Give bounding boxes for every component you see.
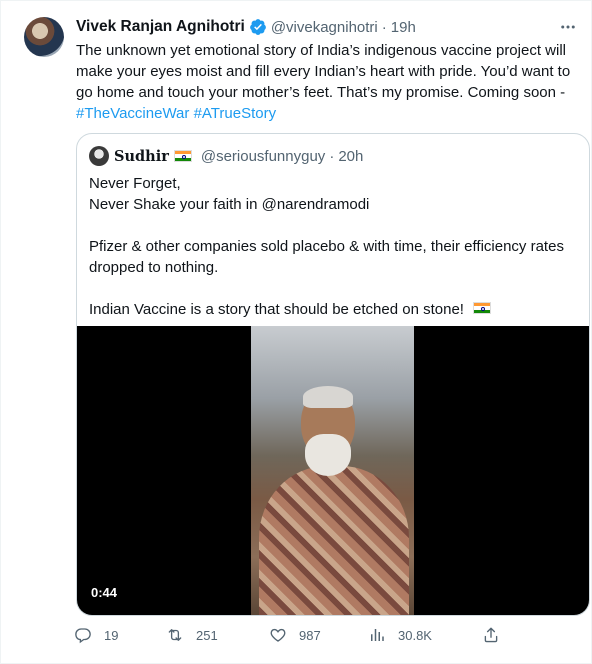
author-handle[interactable]: @vivekagnihotri <box>271 19 378 36</box>
quote-author-handle[interactable]: @seriousfunnyguy <box>201 148 325 165</box>
video-hair <box>303 386 353 408</box>
more-icon[interactable] <box>559 18 577 36</box>
views-icon <box>371 629 384 641</box>
reply-count: 19 <box>104 627 119 643</box>
author-name[interactable]: Vivek Ranjan Agnihotri <box>76 18 245 36</box>
quote-line: Pfizer & other companies sold placebo & … <box>89 238 564 276</box>
share-icon <box>484 627 498 643</box>
quote-line-text: Indian Vaccine is a story that should be… <box>89 301 464 318</box>
quote-line: Never Forget, <box>89 175 181 192</box>
reply-button[interactable]: 19 <box>74 626 118 644</box>
quote-separator-dot: · <box>329 147 335 165</box>
tweet-card[interactable]: Vivek Ranjan Agnihotri @vivekagnihotri ·… <box>0 0 592 664</box>
retweet-count: 251 <box>196 627 218 643</box>
tweet-header: Vivek Ranjan Agnihotri @vivekagnihotri ·… <box>76 16 577 38</box>
video-beard <box>305 434 351 476</box>
quote-line: Never Shake your faith in @narendramodi <box>89 196 370 213</box>
video-duration: 0:44 <box>91 585 118 600</box>
tweet-text: The unknown yet emotional story of India… <box>76 40 586 124</box>
retweet-button[interactable]: 251 <box>166 626 218 644</box>
quote-line: Indian Vaccine is a story that should be… <box>89 299 579 320</box>
share-button[interactable] <box>482 626 512 644</box>
action-bar: 19 251 987 30.8K <box>74 626 504 648</box>
reply-icon <box>75 628 91 644</box>
quote-text: Never Forget, Never Shake your faith in … <box>89 173 579 320</box>
video-shawl <box>259 466 409 615</box>
tweet-body: The unknown yet emotional story of India… <box>76 42 571 101</box>
views-count: 30.8K <box>398 627 432 643</box>
like-count: 987 <box>299 627 321 643</box>
retweet-icon <box>168 629 182 641</box>
india-flag-icon <box>473 302 492 314</box>
video-player[interactable]: 0:44 <box>77 326 589 615</box>
tweet-time[interactable]: 19h <box>391 19 416 36</box>
quote-avatar[interactable] <box>89 146 109 166</box>
quote-time[interactable]: 20h <box>338 148 363 165</box>
separator-dot: · <box>381 18 387 36</box>
quote-header: Sudhir @seriousfunnyguy · 20h <box>89 146 363 166</box>
hashtag-thevaccinewar[interactable]: #TheVaccineWar <box>76 105 189 122</box>
like-icon <box>270 628 286 642</box>
quote-author-name[interactable]: Sudhir <box>114 148 169 165</box>
india-flag-icon <box>173 150 192 162</box>
like-button[interactable]: 987 <box>269 626 321 644</box>
video-frame[interactable] <box>251 326 414 615</box>
quoted-tweet[interactable]: Sudhir @seriousfunnyguy · 20h Never Forg… <box>76 133 590 616</box>
hashtag-atruestory[interactable]: #ATrueStory <box>194 105 277 122</box>
verified-badge-icon <box>249 18 267 36</box>
author-avatar[interactable] <box>24 17 64 57</box>
views-button[interactable]: 30.8K <box>368 626 432 644</box>
